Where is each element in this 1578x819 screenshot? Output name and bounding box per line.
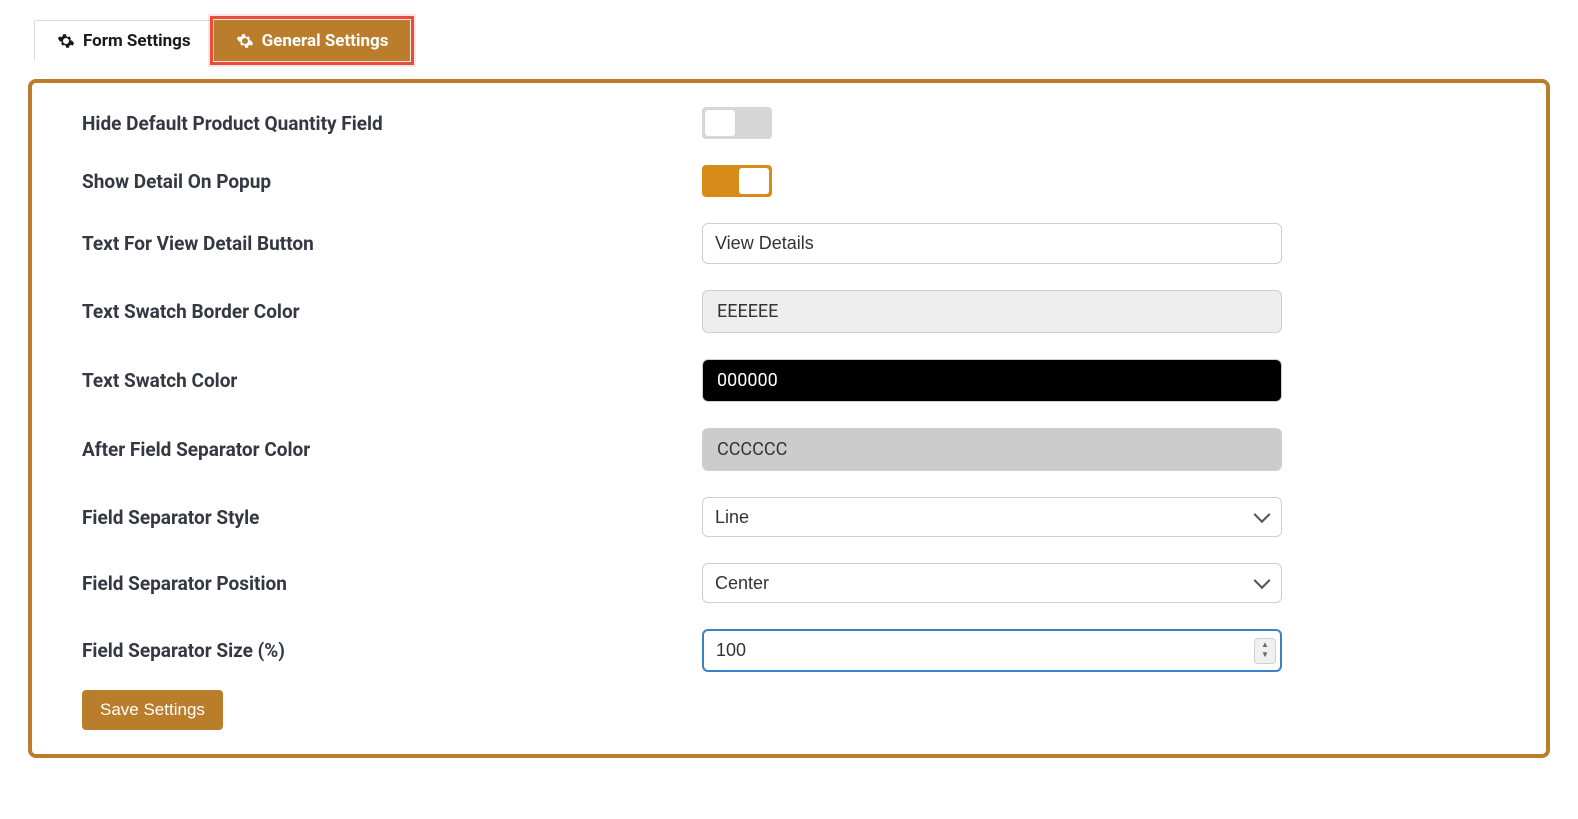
- select-separator-position[interactable]: Center: [702, 563, 1282, 603]
- tabs-bar: Form Settings General Settings: [28, 20, 1550, 61]
- tab-label: Form Settings: [83, 31, 191, 51]
- spinner-down-icon[interactable]: ▼: [1261, 651, 1269, 661]
- label-separator-style: Field Separator Style: [82, 506, 702, 529]
- label-separator-color: After Field Separator Color: [82, 438, 702, 461]
- tab-general-settings[interactable]: General Settings: [214, 20, 411, 61]
- row-separator-size: Field Separator Size (%) ▲ ▼: [82, 629, 1496, 672]
- tab-label: General Settings: [262, 31, 389, 51]
- label-swatch-color: Text Swatch Color: [82, 369, 702, 392]
- toggle-show-popup[interactable]: [702, 165, 772, 197]
- select-wrap-separator-position: Center: [702, 563, 1282, 603]
- input-separator-size[interactable]: [702, 629, 1282, 672]
- number-spinner[interactable]: ▲ ▼: [1254, 638, 1276, 664]
- row-hide-qty: Hide Default Product Quantity Field: [82, 107, 1496, 139]
- number-wrap-separator-size: ▲ ▼: [702, 629, 1282, 672]
- row-separator-color: After Field Separator Color CCCCCC: [82, 428, 1496, 471]
- save-settings-button[interactable]: Save Settings: [82, 690, 223, 730]
- gears-icon: [57, 32, 75, 50]
- toggle-knob: [739, 168, 769, 194]
- tab-form-settings[interactable]: Form Settings: [34, 20, 214, 61]
- color-field-swatch[interactable]: 000000: [702, 359, 1282, 402]
- label-separator-size: Field Separator Size (%): [82, 639, 702, 662]
- row-view-detail-text: Text For View Detail Button: [82, 223, 1496, 264]
- input-view-detail-text[interactable]: [702, 223, 1282, 264]
- gear-icon: [236, 32, 254, 50]
- label-hide-qty: Hide Default Product Quantity Field: [82, 112, 702, 135]
- select-wrap-separator-style: Line: [702, 497, 1282, 537]
- select-separator-style[interactable]: Line: [702, 497, 1282, 537]
- color-field-separator[interactable]: CCCCCC: [702, 428, 1282, 471]
- row-swatch-color: Text Swatch Color 000000: [82, 359, 1496, 402]
- label-show-popup: Show Detail On Popup: [82, 170, 702, 193]
- settings-panel: Hide Default Product Quantity Field Show…: [28, 79, 1550, 758]
- row-swatch-border-color: Text Swatch Border Color EEEEEE: [82, 290, 1496, 333]
- label-swatch-border-color: Text Swatch Border Color: [82, 300, 702, 323]
- row-show-popup: Show Detail On Popup: [82, 165, 1496, 197]
- row-separator-style: Field Separator Style Line: [82, 497, 1496, 537]
- toggle-knob: [705, 110, 735, 136]
- color-field-swatch-border[interactable]: EEEEEE: [702, 290, 1282, 333]
- toggle-hide-qty[interactable]: [702, 107, 772, 139]
- label-view-detail-text: Text For View Detail Button: [82, 232, 702, 255]
- label-separator-position: Field Separator Position: [82, 572, 702, 595]
- row-separator-position: Field Separator Position Center: [82, 563, 1496, 603]
